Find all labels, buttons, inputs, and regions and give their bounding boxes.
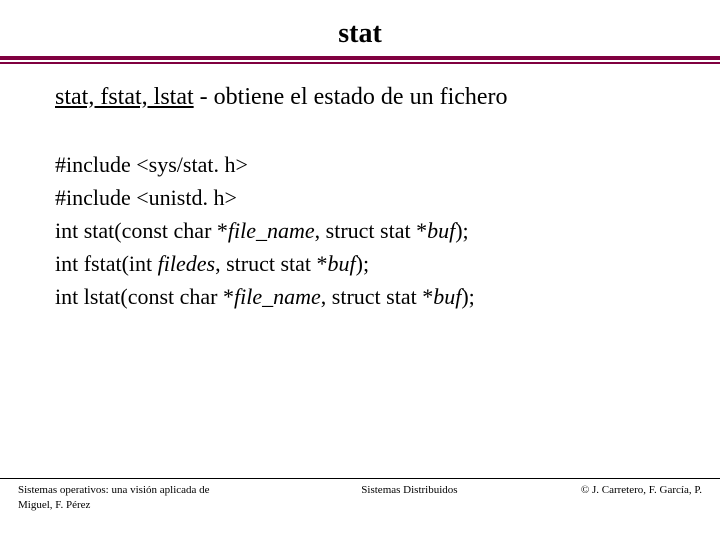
code-text: int fstat(int (55, 251, 158, 276)
code-italic: file_name (228, 218, 315, 243)
title-area: stat (0, 0, 720, 64)
page-title: stat (0, 18, 720, 50)
code-italic: buf (433, 284, 461, 309)
code-text: ); (356, 251, 369, 276)
subtitle: stat, fstat, lstat - obtiene el estado d… (55, 82, 665, 112)
footer: Sistemas operativos: una visión aplicada… (0, 478, 720, 512)
code-text: int stat(const char * (55, 218, 228, 243)
code-text: #include <unistd. h> (55, 185, 237, 210)
code-italic: filedes (158, 251, 215, 276)
footer-right: © J. Carretero, F. García, P. (581, 483, 702, 512)
content-area: stat, fstat, lstat - obtiene el estado d… (0, 64, 720, 313)
footer-row: Sistemas operativos: una visión aplicada… (0, 483, 720, 512)
code-text: , struct stat * (315, 218, 427, 243)
code-italic: buf (427, 218, 455, 243)
subtitle-underlined: stat, fstat, lstat (55, 84, 194, 110)
code-italic: file_name (234, 284, 321, 309)
code-line: #include <unistd. h> (55, 181, 665, 214)
rule-thick (0, 56, 720, 60)
footer-rule (0, 478, 720, 479)
code-text: , struct stat * (215, 251, 327, 276)
footer-center: Sistemas Distribuidos (361, 483, 457, 512)
code-line: #include <sys/stat. h> (55, 148, 665, 181)
code-text: int lstat(const char * (55, 284, 234, 309)
subtitle-rest: - obtiene el estado de un fichero (194, 84, 508, 110)
code-text: , struct stat * (321, 284, 433, 309)
code-text: #include <sys/stat. h> (55, 152, 248, 177)
title-rule (0, 56, 720, 64)
code-line: int lstat(const char *file_name, struct … (55, 280, 665, 313)
code-italic: buf (328, 251, 356, 276)
code-line: int stat(const char *file_name, struct s… (55, 214, 665, 247)
footer-left: Sistemas operativos: una visión aplicada… (18, 483, 238, 512)
code-block: #include <sys/stat. h> #include <unistd.… (55, 148, 665, 313)
code-line: int fstat(int filedes, struct stat *buf)… (55, 247, 665, 280)
code-text: ); (455, 218, 468, 243)
slide: stat stat, fstat, lstat - obtiene el est… (0, 0, 720, 540)
code-text: ); (461, 284, 474, 309)
